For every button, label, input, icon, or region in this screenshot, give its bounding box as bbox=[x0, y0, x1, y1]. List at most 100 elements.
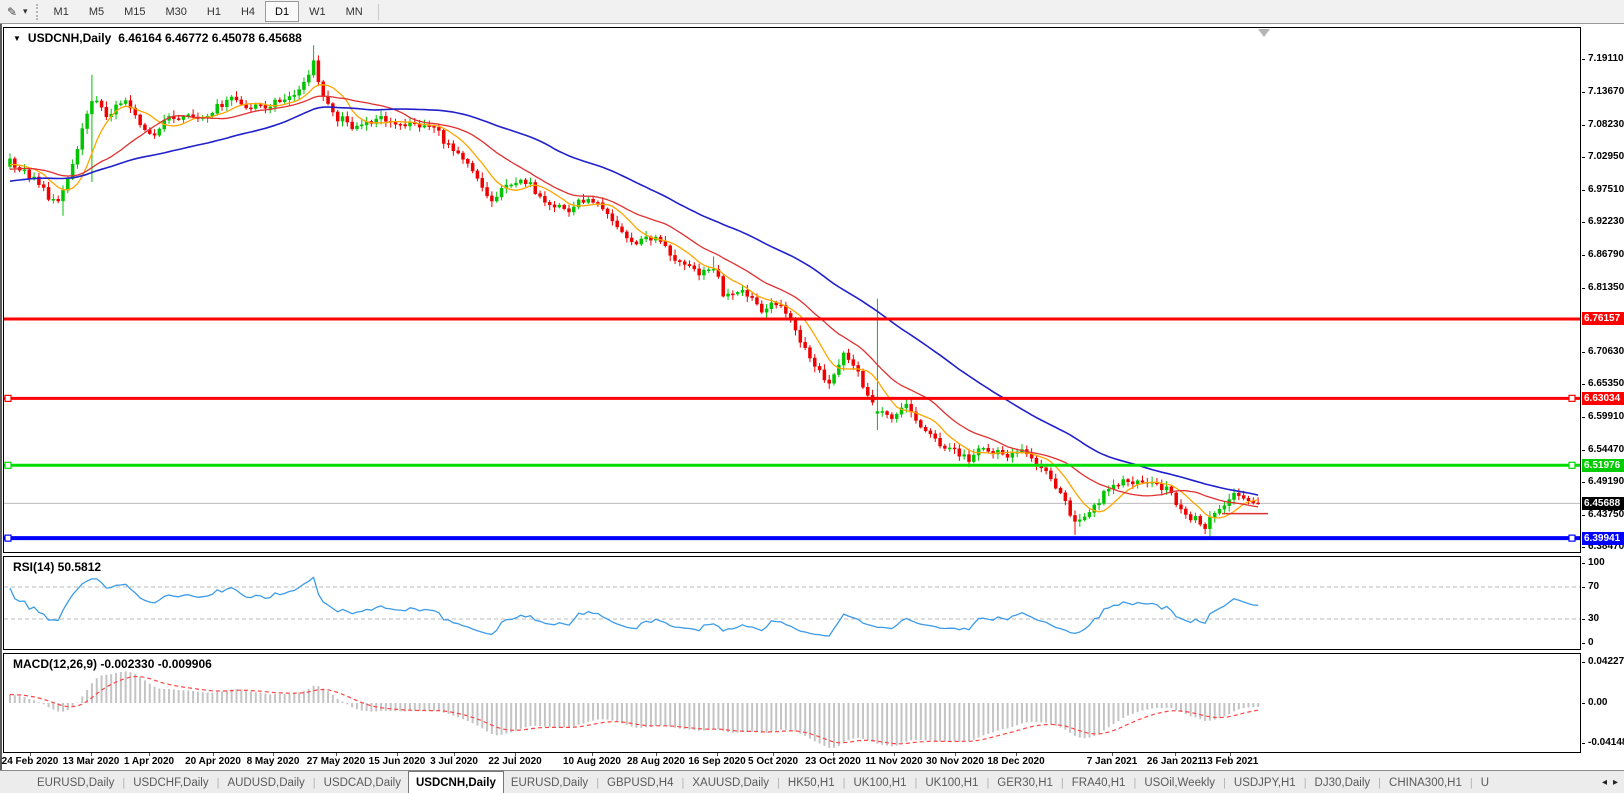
macd-canvas[interactable] bbox=[4, 654, 1580, 752]
date-axis-label: 24 Feb 2020 bbox=[1, 756, 59, 767]
timeframe-button-m1[interactable]: M1 bbox=[44, 1, 79, 22]
tab-ger30-h1[interactable]: GER30,H1 bbox=[990, 771, 1060, 793]
timeframe-button-w1[interactable]: W1 bbox=[299, 1, 336, 22]
price-axis[interactable]: 7.19110 7.13670 7.08230 7.02950 6.97510 6.922… bbox=[1582, 27, 1624, 753]
tab-uk100-h1[interactable]: UK100,H1 bbox=[846, 771, 913, 793]
tab-separator: | bbox=[122, 776, 126, 789]
timeframe-button-d1[interactable]: D1 bbox=[265, 1, 300, 22]
axis-tick-mark bbox=[1582, 59, 1585, 60]
rsi-pane: RSI(14) 50.5812 bbox=[3, 556, 1581, 650]
date-axis-label: 20 Apr 2020 bbox=[185, 756, 241, 767]
price-line-badge: 6.63034 bbox=[1582, 391, 1624, 405]
chevron-down-icon[interactable]: ▾ bbox=[23, 6, 28, 17]
tab-scroll-right-icon[interactable]: ▸ bbox=[1613, 777, 1618, 788]
main-chart-pane: ▼ USDCNH,Daily 6.46164 6.46772 6.45078 6… bbox=[3, 27, 1581, 553]
axis-tick-mark bbox=[1582, 221, 1585, 223]
price-axis-label: 100 bbox=[1588, 557, 1605, 568]
axis-tick-mark bbox=[1582, 515, 1585, 517]
axis-tick-mark bbox=[1582, 587, 1585, 588]
price-axis-label: 6.70630 bbox=[1588, 346, 1624, 358]
chart-tab-bar: EURUSD,Daily | USDCHF,Daily | AUDUSD,Daily | U… bbox=[0, 770, 1624, 793]
tab-usdcad-daily[interactable]: USDCAD,Daily bbox=[317, 771, 408, 793]
tab-dj30-daily[interactable]: DJ30,Daily bbox=[1308, 771, 1378, 793]
date-axis-label: 22 Jul 2020 bbox=[488, 756, 542, 767]
main-chart-canvas[interactable] bbox=[4, 28, 1580, 552]
tab-xauusd-daily[interactable]: XAUUSD,Daily bbox=[685, 771, 776, 793]
tab-u[interactable]: U bbox=[1474, 771, 1496, 793]
window-left-edge bbox=[0, 24, 2, 793]
axis-tick-mark bbox=[1582, 661, 1585, 663]
tab-separator: | bbox=[596, 776, 600, 789]
macd-label: MACD(12,26,9) -0.002330 -0.009906 bbox=[13, 657, 212, 671]
date-axis-label: 23 Oct 2020 bbox=[805, 756, 861, 767]
chart-ohlc-values: 6.46164 6.46772 6.45078 6.45688 bbox=[118, 31, 302, 45]
date-axis-label: 15 Jun 2020 bbox=[368, 756, 426, 767]
tab-separator: | bbox=[777, 776, 780, 789]
chart-shift-marker[interactable] bbox=[1258, 29, 1270, 37]
price-line-badge: 6.39941 bbox=[1582, 531, 1624, 545]
price-axis-label: 30 bbox=[1588, 613, 1600, 624]
price-axis-label: -0.04148 bbox=[1588, 737, 1624, 749]
axis-tick-mark bbox=[1582, 619, 1585, 620]
tab-uk100-h1[interactable]: UK100,H1 bbox=[918, 771, 985, 793]
rsi-label: RSI(14) 50.5812 bbox=[13, 560, 102, 574]
macd-pane: MACD(12,26,9) -0.002330 -0.009906 bbox=[3, 653, 1581, 753]
axis-tick-mark bbox=[1582, 352, 1585, 354]
tab-separator: | bbox=[914, 776, 918, 789]
price-axis-label: 6.92230 bbox=[1588, 215, 1624, 227]
date-axis-label: 8 May 2020 bbox=[246, 756, 300, 767]
date-axis-label: 30 Nov 2020 bbox=[926, 756, 984, 767]
date-axis-label: 27 May 2020 bbox=[306, 756, 366, 767]
timeframe-button-m15[interactable]: M15 bbox=[114, 1, 155, 22]
tab-separator: | bbox=[1378, 776, 1382, 789]
axis-tick-mark bbox=[1582, 563, 1585, 564]
timeframe-button-mn[interactable]: MN bbox=[336, 1, 373, 22]
tab-separator: | bbox=[1060, 776, 1064, 789]
tab-usdjpy-h1[interactable]: USDJPY,H1 bbox=[1227, 771, 1303, 793]
axis-tick-mark bbox=[1582, 703, 1585, 704]
tab-audusd-daily[interactable]: AUDUSD,Daily bbox=[220, 771, 311, 793]
price-axis-label: 7.02950 bbox=[1588, 150, 1624, 162]
chevron-down-icon[interactable]: ▼ bbox=[13, 34, 21, 43]
axis-tick-mark bbox=[1582, 91, 1585, 93]
date-axis-label: 10 Aug 2020 bbox=[563, 756, 621, 767]
tab-usoil-weekly[interactable]: USOil,Weekly bbox=[1137, 771, 1222, 793]
rsi-canvas[interactable] bbox=[4, 557, 1580, 649]
price-axis-label: 6.49190 bbox=[1588, 476, 1624, 488]
axis-tick-mark bbox=[1582, 643, 1585, 644]
toolbar-separator bbox=[377, 3, 379, 20]
price-line-badge: 6.51976 bbox=[1582, 458, 1624, 472]
timeframe-button-h1[interactable]: H1 bbox=[197, 1, 231, 22]
date-axis-label: 18 Dec 2020 bbox=[987, 756, 1045, 767]
price-axis-label: 0.042275 bbox=[1588, 655, 1624, 667]
timeframe-button-h4[interactable]: H4 bbox=[231, 1, 265, 22]
price-axis-label: 7.19110 bbox=[1588, 53, 1624, 64]
timeframe-button-m5[interactable]: M5 bbox=[79, 1, 114, 22]
tab-eurusd-daily[interactable]: EURUSD,Daily bbox=[30, 771, 121, 793]
date-axis-label: 13 Feb 2021 bbox=[1201, 756, 1259, 767]
chart-symbol-period: USDCNH,Daily bbox=[27, 31, 112, 45]
price-axis-label: 6.81350 bbox=[1588, 281, 1624, 293]
tab-scroll-left-icon[interactable]: ◂ bbox=[1602, 777, 1607, 788]
axis-tick-mark bbox=[1582, 482, 1585, 484]
tab-eurusd-daily[interactable]: EURUSD,Daily bbox=[504, 771, 595, 793]
tab-gbpusd-h4[interactable]: GBPUSD,H4 bbox=[600, 771, 680, 793]
tab-usdchf-daily[interactable]: USDCHF,Daily bbox=[126, 771, 215, 793]
tab-hk50-h1[interactable]: HK50,H1 bbox=[781, 771, 842, 793]
tab-china300-h1[interactable]: CHINA300,H1 bbox=[1382, 771, 1469, 793]
tab-separator: | bbox=[986, 776, 990, 789]
date-axis-label: 28 Aug 2020 bbox=[627, 756, 685, 767]
tab-fra40-h1[interactable]: FRA40,H1 bbox=[1065, 771, 1133, 793]
tab-usdcnh-daily[interactable]: USDCNH,Daily bbox=[407, 771, 504, 793]
date-axis-label: 26 Jan 2021 bbox=[1146, 756, 1204, 767]
date-axis[interactable]: 24 Feb 2020 13 Mar 2020 1 Apr 2020 20 Apr 2… bbox=[1, 753, 1581, 770]
axis-tick-mark bbox=[1582, 743, 1585, 745]
price-line-badge: 6.45688 bbox=[1582, 496, 1624, 510]
price-axis-label: 0 bbox=[1588, 637, 1594, 648]
drawing-tool-icon[interactable]: ✎ bbox=[3, 4, 21, 20]
timeframe-button-m30[interactable]: M30 bbox=[156, 1, 197, 22]
tab-separator: | bbox=[1133, 776, 1137, 789]
axis-tick-mark bbox=[1582, 254, 1585, 256]
tab-separator: | bbox=[842, 776, 846, 789]
tab-separator: | bbox=[681, 776, 685, 789]
